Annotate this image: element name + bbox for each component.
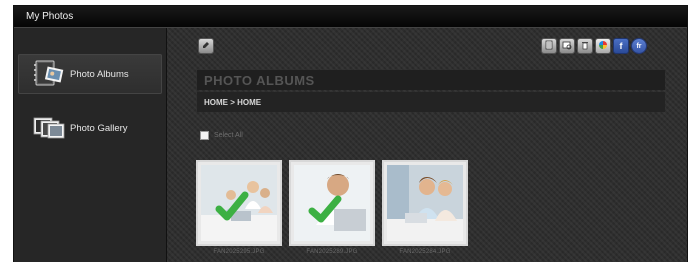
- sidebar-item-photo-albums[interactable]: Photo Albums: [18, 54, 162, 94]
- slideshow-button[interactable]: [560, 39, 574, 53]
- properties-button[interactable]: [542, 39, 556, 53]
- facebook-button[interactable]: f: [614, 39, 628, 53]
- photo-thumbnail-3[interactable]: [384, 162, 466, 244]
- my-photos-window: My Photos Photo Albums Photo Gallery f f…: [14, 6, 687, 262]
- photo-album-icon: [32, 59, 66, 89]
- edit-button[interactable]: [199, 39, 213, 53]
- photo-filename-2: FAN2025289.JPG: [306, 249, 358, 255]
- edit-icon: [201, 40, 211, 52]
- delete-icon: [580, 40, 590, 52]
- photo-filename-3: FAN2025284.JPG: [399, 249, 451, 255]
- select-all-label: Select All: [214, 132, 243, 139]
- flickr-button[interactable]: fr: [632, 39, 646, 53]
- breadcrumb[interactable]: HOME > HOME: [204, 98, 261, 107]
- properties-icon: [544, 40, 554, 52]
- photo-image: [201, 165, 277, 241]
- photo-image: [387, 165, 463, 241]
- facebook-icon: f: [619, 40, 623, 51]
- photo-thumbnail-1[interactable]: [198, 162, 280, 244]
- picasa-button[interactable]: [596, 39, 610, 53]
- sidebar-item-photo-gallery[interactable]: Photo Gallery: [18, 108, 162, 148]
- sidebar: Photo Albums Photo Gallery: [14, 28, 167, 262]
- photo-thumbnail-2[interactable]: [291, 162, 373, 244]
- select-all: Select All: [200, 131, 243, 140]
- sidebar-item-label: Photo Gallery: [70, 122, 128, 134]
- photo-filename-1: FAN2025295.JPG: [213, 249, 265, 255]
- delete-button[interactable]: [578, 39, 592, 53]
- window-title: My Photos: [26, 11, 74, 22]
- sidebar-item-label: Photo Albums: [70, 68, 129, 80]
- photo-image: [294, 165, 370, 241]
- photo-gallery-icon: [32, 113, 66, 143]
- breadcrumb-band: HOME > HOME: [197, 92, 665, 112]
- main-content: f fr PHOTO ALBUMS HOME > HOME Select All: [167, 28, 687, 262]
- picasa-icon: [598, 40, 608, 52]
- heading-band: PHOTO ALBUMS: [197, 70, 665, 90]
- page-title: PHOTO ALBUMS: [204, 73, 315, 88]
- flickr-icon: fr: [636, 42, 642, 50]
- slideshow-icon: [562, 40, 572, 52]
- title-bar: My Photos: [14, 6, 687, 28]
- select-all-checkbox[interactable]: [200, 131, 209, 140]
